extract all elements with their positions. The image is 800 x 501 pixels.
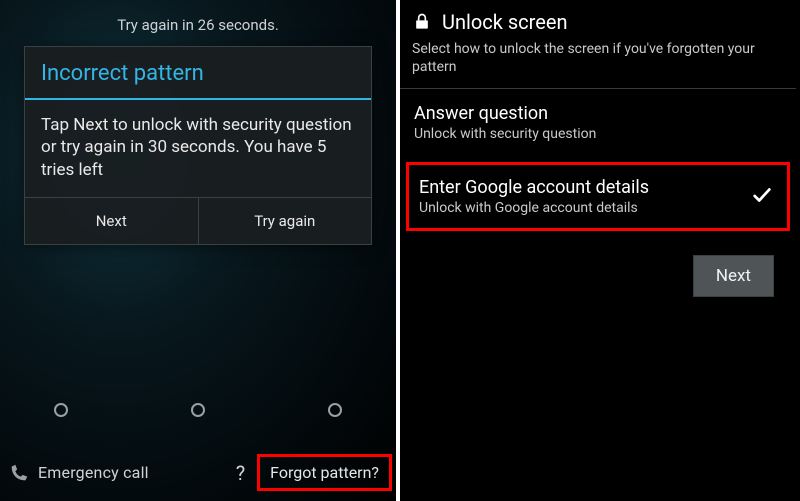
option-google-account[interactable]: Enter Google account details Unlock with… <box>406 162 790 231</box>
pattern-dot[interactable] <box>54 403 68 417</box>
checkmark-icon <box>751 184 773 210</box>
bottom-bar: Emergency call ? Forgot pattern? <box>0 446 396 501</box>
emergency-call-button[interactable]: Emergency call <box>36 463 224 482</box>
try-again-button[interactable]: Try again <box>198 198 372 244</box>
dialog-button-row: Next Try again <box>25 197 371 244</box>
screen-header: Unlock screen <box>400 0 796 36</box>
pattern-dot[interactable] <box>191 403 205 417</box>
next-button[interactable]: Next <box>693 255 774 297</box>
option-title: Answer question <box>414 103 782 124</box>
unlock-method-pane: Unlock screen Select how to unlock the s… <box>400 0 796 501</box>
lockscreen-pane: Try again in 26 seconds. Incorrect patte… <box>0 0 400 501</box>
pattern-dots-row <box>0 403 396 417</box>
help-icon[interactable]: ? <box>230 461 251 485</box>
pattern-dot[interactable] <box>328 403 342 417</box>
next-button[interactable]: Next <box>25 198 198 244</box>
option-answer-question[interactable]: Answer question Unlock with security que… <box>400 89 796 156</box>
page-title: Unlock screen <box>442 10 568 34</box>
option-subtitle: Unlock with security question <box>414 126 782 142</box>
lock-icon <box>412 12 432 32</box>
incorrect-pattern-dialog: Incorrect pattern Tap Next to unlock wit… <box>24 46 372 245</box>
dialog-title: Incorrect pattern <box>25 47 371 98</box>
countdown-text: Try again in 26 seconds. <box>0 0 396 34</box>
forgot-pattern-button[interactable]: Forgot pattern? <box>257 454 392 491</box>
page-subtitle: Select how to unlock the screen if you'v… <box>400 36 796 88</box>
dialog-body: Tap Next to unlock with security questio… <box>25 100 371 197</box>
option-subtitle: Unlock with Google account details <box>419 200 777 216</box>
phone-icon <box>8 462 30 484</box>
option-title: Enter Google account details <box>419 177 777 198</box>
next-button-row: Next <box>400 231 796 297</box>
